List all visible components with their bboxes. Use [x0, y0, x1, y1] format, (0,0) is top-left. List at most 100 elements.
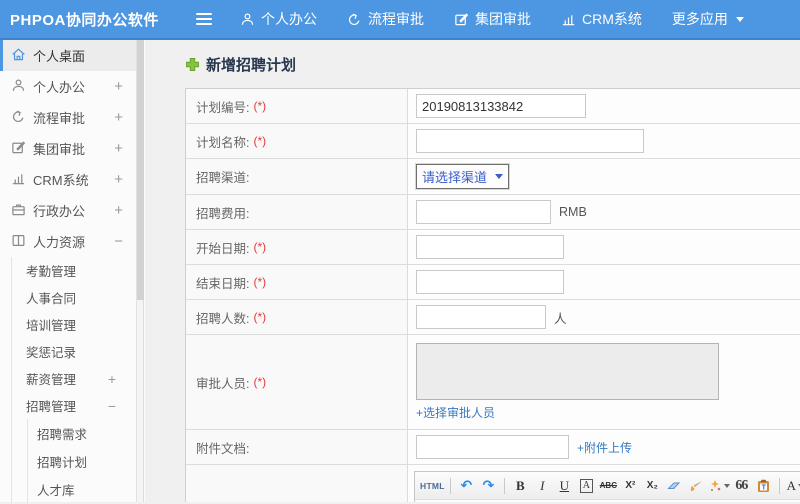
headcount-input[interactable] [416, 305, 546, 329]
form-row-attachment: 附件文档: +附件上传 [186, 430, 800, 465]
auto-typeset-icon[interactable] [708, 475, 730, 496]
form-row-plan-name: 计划名称: (*) [186, 124, 800, 159]
menu-toggle-icon[interactable] [196, 13, 212, 25]
attachment-upload-link[interactable]: +附件上传 [577, 439, 632, 456]
expand-plus-icon: + [114, 109, 123, 126]
required-marker: (*) [253, 134, 267, 148]
format-brush-icon[interactable] [686, 475, 707, 496]
start-date-input[interactable] [416, 235, 564, 259]
strikethrough-button[interactable]: ABC [598, 475, 619, 496]
source-code-button[interactable]: HTML [420, 475, 445, 496]
eraser-icon[interactable] [664, 475, 685, 496]
workflow-icon [11, 109, 26, 127]
sidebar-item-reward-records[interactable]: 奖惩记录 [12, 338, 136, 365]
caret-down-icon [735, 16, 744, 22]
briefcase-icon [11, 202, 26, 220]
rich-text-editor: HTML ↶ ↷ B I U A ABC X² X₂ 66 T A [414, 471, 800, 502]
editor-toolbar-row1: HTML ↶ ↷ B I U A ABC X² X₂ 66 T A [415, 472, 800, 499]
form-row-headcount: 招聘人数: (*) 人 [186, 300, 800, 335]
top-nav: 个人办公 流程审批 集团审批 CRM系统 更多应用 [240, 9, 744, 29]
approvers-textarea[interactable] [416, 343, 719, 400]
caret-down-icon [723, 483, 730, 488]
subscript-button[interactable]: X₂ [642, 475, 663, 496]
sidebar-item-admin-office[interactable]: 行政办公 + [0, 195, 136, 226]
form-row-start-date: 开始日期: (*) [186, 230, 800, 265]
channel-select[interactable]: 请选择渠道 [414, 163, 511, 190]
fee-unit-label: RMB [559, 205, 587, 219]
home-icon [11, 47, 26, 65]
form-row-end-date: 结束日期: (*) [186, 265, 800, 300]
italic-button[interactable]: I [532, 475, 553, 496]
form-row-plan-number: 计划编号: (*) [186, 89, 800, 124]
nav-group-approval[interactable]: 集团审批 [454, 9, 531, 29]
char-border-button[interactable]: A [579, 478, 593, 493]
form-row-approvers: 审批人员: (*) +选择审批人员 [186, 335, 800, 430]
nav-workflow-approval[interactable]: 流程审批 [347, 9, 424, 29]
expand-plus-icon: + [114, 78, 123, 95]
superscript-button[interactable]: X² [620, 475, 641, 496]
sidebar-item-personal-desktop[interactable]: 个人桌面 [0, 40, 136, 71]
expand-plus-icon: + [114, 171, 123, 188]
sidebar-item-crm-system[interactable]: CRM系统 + [0, 164, 136, 195]
font-color-button[interactable]: A [785, 475, 800, 496]
recruit-plan-form: 计划编号:(*) 计划名称:(*) 招聘渠道: 请选择渠道 招聘费用: RMB [185, 88, 800, 502]
undo-icon[interactable]: ↶ [456, 475, 477, 496]
recruit-submenu: 招聘需求 招聘计划 人才库 [27, 419, 136, 503]
sidebar-item-attendance-mgmt[interactable]: 考勤管理 [12, 257, 136, 284]
headcount-unit-label: 人 [554, 311, 567, 326]
required-marker: (*) [253, 240, 267, 254]
plan-number-input[interactable] [416, 94, 586, 118]
workflow-icon [347, 12, 362, 27]
attachment-input[interactable] [416, 435, 569, 459]
form-row-channel: 招聘渠道: 请选择渠道 [186, 159, 800, 195]
redo-icon[interactable]: ↷ [478, 475, 499, 496]
plan-name-input[interactable] [416, 129, 644, 153]
bold-button[interactable]: B [510, 475, 531, 496]
required-marker: (*) [253, 375, 267, 389]
form-row-fee: 招聘费用: RMB [186, 195, 800, 230]
select-caret-icon [495, 174, 504, 179]
collapse-minus-icon: − [114, 233, 123, 250]
underline-button[interactable]: U [554, 475, 575, 496]
sidebar: 个人桌面 个人办公 + 流程审批 + 集团审批 + CRM系统 + 行政办公 +… [0, 40, 145, 503]
sidebar-item-recruit-demand[interactable]: 招聘需求 [28, 419, 136, 447]
sidebar-item-personal-office[interactable]: 个人办公 + [0, 71, 136, 102]
expand-plus-icon: + [114, 140, 123, 157]
sidebar-item-talent-pool[interactable]: 人才库 [28, 475, 136, 503]
edit-square-icon [11, 140, 26, 158]
sidebar-item-recruit-mgmt[interactable]: 招聘管理 − [12, 392, 136, 419]
bar-chart-icon [561, 12, 576, 27]
hr-submenu: 考勤管理 人事合同 培训管理 奖惩记录 薪资管理 + 招聘管理 − 招聘需求 招… [11, 257, 136, 503]
sidebar-item-group-approval[interactable]: 集团审批 + [0, 133, 136, 164]
person-icon [240, 12, 255, 27]
sidebar-item-hr-contract[interactable]: 人事合同 [12, 284, 136, 311]
form-row-content-editor: HTML ↶ ↷ B I U A ABC X² X₂ 66 T A [186, 465, 800, 502]
sidebar-item-recruit-plan[interactable]: 招聘计划 [28, 447, 136, 475]
sidebar-item-salary-mgmt[interactable]: 薪资管理 + [12, 365, 136, 392]
end-date-input[interactable] [416, 270, 564, 294]
sidebar-item-training-mgmt[interactable]: 培训管理 [12, 311, 136, 338]
sidebar-scrollbar[interactable] [137, 40, 144, 502]
expand-plus-icon: + [114, 202, 123, 219]
top-header: PHPOA协同办公软件 个人办公 流程审批 集团审批 CRM系统 更多应用 [0, 0, 800, 40]
required-marker: (*) [253, 275, 267, 289]
sidebar-item-human-resources[interactable]: 人力资源 − [0, 226, 136, 257]
nav-crm-system[interactable]: CRM系统 [561, 9, 642, 29]
required-marker: (*) [253, 99, 267, 113]
nav-more-apps[interactable]: 更多应用 [672, 9, 744, 29]
person-icon [11, 78, 26, 96]
select-approvers-link[interactable]: +选择审批人员 [416, 404, 495, 421]
required-marker: (*) [253, 310, 267, 324]
nav-personal-office[interactable]: 个人办公 [240, 9, 317, 29]
sidebar-item-workflow-approval[interactable]: 流程审批 + [0, 102, 136, 133]
app-logo: PHPOA协同办公软件 [10, 11, 159, 29]
main-content: 新增招聘计划 计划编号:(*) 计划名称:(*) 招聘渠道: 请选择渠道 [145, 40, 800, 502]
paste-icon[interactable]: T [753, 475, 774, 496]
book-icon [11, 233, 26, 251]
edit-square-icon [454, 12, 469, 27]
add-plus-icon [185, 57, 200, 72]
blockquote-button[interactable]: 66 [731, 475, 752, 496]
editor-toolbar-row2: 自定义标题 段落格式 字体 [415, 499, 800, 502]
fee-input[interactable] [416, 200, 551, 224]
scrollbar-thumb[interactable] [137, 40, 144, 300]
